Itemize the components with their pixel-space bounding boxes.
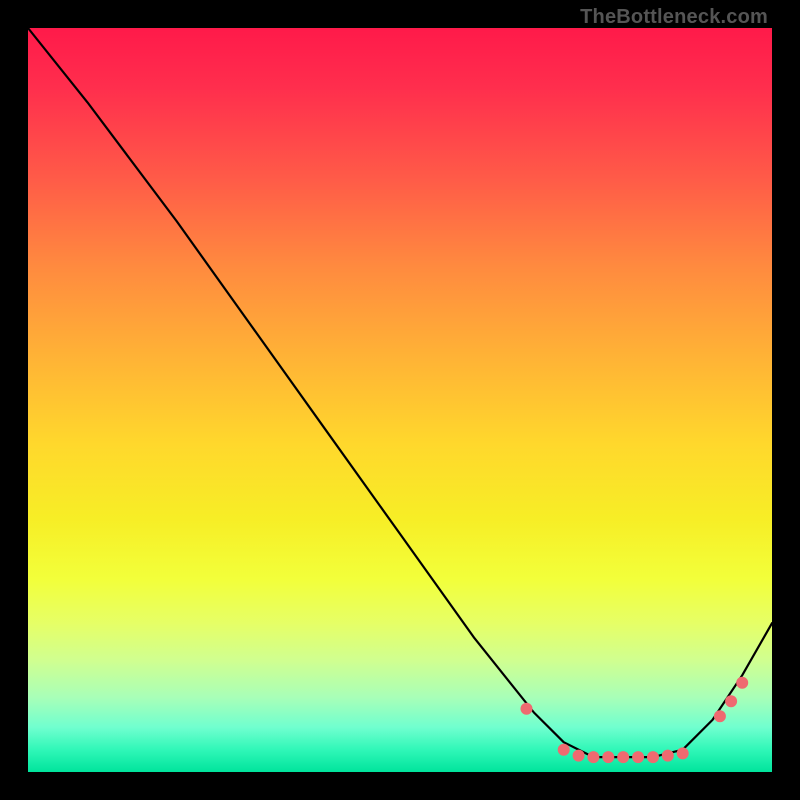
chart-overlay <box>28 28 772 772</box>
marker-dot <box>725 695 737 707</box>
marker-dot <box>602 751 614 763</box>
marker-dot <box>647 751 659 763</box>
watermark-text: TheBottleneck.com <box>580 6 768 29</box>
curve-line <box>28 28 772 757</box>
marker-dot <box>521 703 533 715</box>
marker-dot <box>714 710 726 722</box>
marker-dot <box>677 747 689 759</box>
marker-dot <box>587 751 599 763</box>
chart-container: TheBottleneck.com <box>0 0 800 800</box>
marker-dot <box>632 751 644 763</box>
curve-markers <box>521 677 749 763</box>
marker-dot <box>558 744 570 756</box>
marker-dot <box>736 677 748 689</box>
marker-dot <box>617 751 629 763</box>
marker-dot <box>662 750 674 762</box>
marker-dot <box>573 750 585 762</box>
